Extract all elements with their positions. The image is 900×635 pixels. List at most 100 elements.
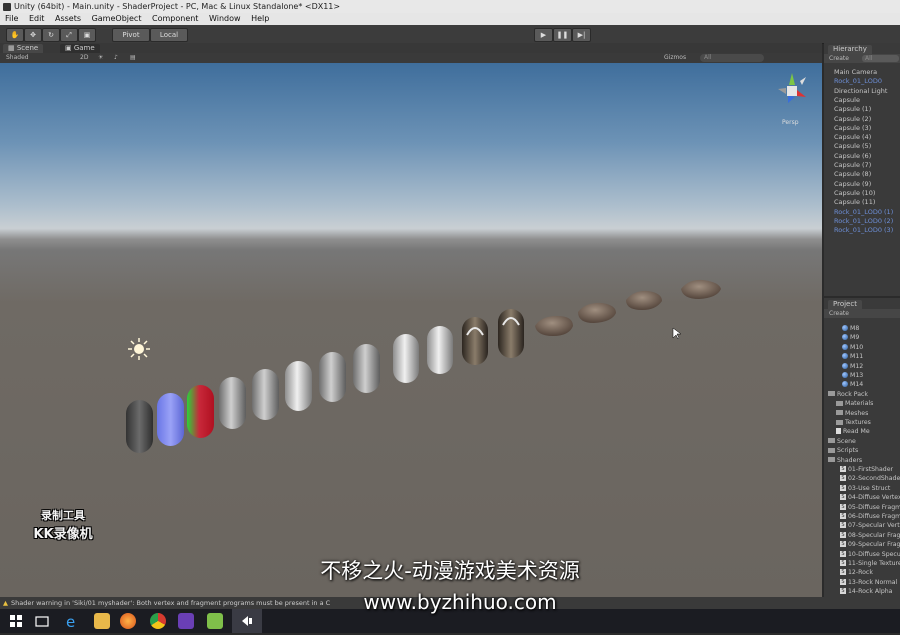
hierarchy-item[interactable]: Capsule (9): [834, 180, 871, 188]
shader-item[interactable]: S 01-FirstShader: [840, 466, 893, 473]
menu-file[interactable]: File: [5, 14, 18, 23]
visual-studio-icon[interactable]: [178, 613, 194, 629]
shader-item[interactable]: S07-Specular Vertex: [840, 522, 900, 529]
rock-pack-child[interactable]: Read Me: [836, 428, 870, 435]
menu-component[interactable]: Component: [152, 14, 198, 23]
rock-pack-child[interactable]: Textures: [836, 419, 871, 426]
directional-light-icon[interactable]: [128, 338, 150, 360]
capsule[interactable]: [126, 400, 153, 453]
shader-item[interactable]: S 13-Rock Normal: [840, 578, 897, 586]
move-tool-button[interactable]: ✥: [24, 28, 42, 42]
lighting-toggle-icon[interactable]: ☀: [98, 53, 103, 63]
capsule-7[interactable]: [353, 344, 380, 393]
material-item[interactable]: M13: [842, 372, 863, 379]
shader-item[interactable]: S09-Specular Fragment: [840, 541, 900, 548]
tab-hierarchy[interactable]: Hierarchy: [828, 45, 872, 54]
capsule-3[interactable]: [219, 377, 246, 429]
hierarchy-item[interactable]: Rock_01_LOD0 (3): [834, 226, 893, 234]
chrome-icon[interactable]: [150, 613, 166, 629]
hierarchy-item[interactable]: Capsule (5): [834, 142, 871, 150]
material-item[interactable]: M9: [842, 334, 859, 341]
shader-item[interactable]: S 03-Use Struct: [840, 484, 890, 492]
hierarchy-item[interactable]: Capsule (11): [834, 198, 875, 206]
scene-search-input[interactable]: All: [700, 54, 764, 62]
rock-2[interactable]: [578, 302, 616, 323]
step-button[interactable]: ▶|: [572, 28, 591, 42]
rect-tool-button[interactable]: ▣: [78, 28, 96, 42]
firefox-icon[interactable]: [120, 613, 136, 629]
pause-button[interactable]: ❚❚: [553, 28, 572, 42]
hierarchy-item[interactable]: Capsule (1): [834, 105, 871, 113]
shader-item[interactable]: S06-Diffuse Fragment: [840, 513, 900, 520]
shader-item[interactable]: S 14-Rock Alpha: [840, 588, 892, 595]
effects-toggle-icon[interactable]: ▤: [130, 53, 136, 63]
task-view-icon[interactable]: [34, 613, 50, 629]
notepad-icon[interactable]: [207, 613, 223, 629]
audio-toggle-icon[interactable]: ♪: [114, 53, 118, 63]
scene-viewport[interactable]: Persp: [0, 63, 822, 597]
persp-label[interactable]: Persp: [782, 119, 799, 126]
play-button[interactable]: ▶: [534, 28, 553, 42]
start-icon[interactable]: [8, 613, 24, 629]
capsule-6[interactable]: [319, 352, 346, 402]
capsule-5[interactable]: [285, 361, 312, 411]
capsule-10[interactable]: [462, 317, 488, 365]
gizmos-dropdown[interactable]: Gizmos: [664, 53, 686, 63]
folder-rock-pack[interactable]: Rock Pack: [828, 391, 868, 398]
2d-toggle[interactable]: 2D: [80, 53, 88, 63]
hierarchy-item[interactable]: Capsule (2): [834, 115, 871, 123]
material-item[interactable]: M8: [842, 325, 859, 332]
tab-scene[interactable]: ▦ Scene: [3, 44, 44, 53]
unity-taskbar-icon[interactable]: [232, 609, 262, 633]
tab-project[interactable]: Project: [828, 300, 862, 309]
material-item[interactable]: M11: [842, 353, 863, 360]
hierarchy-item[interactable]: Rock_01_LOD0: [834, 77, 882, 85]
capsule-2[interactable]: [187, 385, 214, 438]
shader-item[interactable]: S 04-Diffuse Vertex: [840, 494, 900, 501]
hierarchy-item[interactable]: Capsule (3): [834, 124, 871, 132]
shader-item[interactable]: S05-Diffuse Fragment: [840, 503, 900, 511]
capsule-4[interactable]: [252, 369, 279, 420]
capsule-11[interactable]: [498, 309, 524, 358]
shader-item[interactable]: S 02-SecondShader: [840, 475, 900, 482]
menu-assets[interactable]: Assets: [55, 14, 81, 23]
scale-tool-button[interactable]: ⤢: [60, 28, 78, 42]
hierarchy-item[interactable]: Directional Light: [834, 87, 887, 95]
hierarchy-search-input[interactable]: All: [862, 55, 899, 62]
shader-item[interactable]: S10-Diffuse Specular: [840, 550, 900, 558]
material-item[interactable]: M12: [842, 362, 863, 370]
menu-edit[interactable]: Edit: [29, 14, 45, 23]
shading-mode-dropdown[interactable]: Shaded: [6, 53, 29, 63]
shader-item[interactable]: S 12-Rock: [840, 569, 873, 576]
hierarchy-item[interactable]: Capsule (4): [834, 133, 871, 141]
rock-3[interactable]: [626, 290, 662, 310]
capsule-1[interactable]: [157, 393, 184, 446]
material-item[interactable]: M14: [842, 381, 863, 388]
menu-help[interactable]: Help: [251, 14, 269, 23]
capsule-8[interactable]: [393, 334, 419, 383]
folder-item[interactable]: Scene: [828, 438, 856, 445]
hierarchy-item[interactable]: Capsule (10): [834, 189, 875, 197]
hierarchy-item[interactable]: Capsule (6): [834, 152, 871, 160]
rock-4[interactable]: [681, 279, 721, 299]
menu-gameobject[interactable]: GameObject: [92, 14, 142, 23]
folder-item[interactable]: Scripts: [828, 447, 858, 454]
rotate-tool-button[interactable]: ↻: [42, 28, 60, 42]
capsule-9[interactable]: [427, 326, 453, 374]
project-create-button[interactable]: Create: [829, 310, 849, 317]
tab-game[interactable]: ▣ Game: [60, 44, 100, 53]
material-item[interactable]: M10: [842, 343, 863, 351]
pivot-toggle[interactable]: Pivot: [112, 28, 150, 42]
scene-orientation-gizmo[interactable]: [778, 73, 806, 103]
menu-window[interactable]: Window: [209, 14, 241, 23]
hierarchy-create-button[interactable]: Create: [829, 55, 849, 62]
file-explorer-icon[interactable]: [94, 613, 110, 629]
hierarchy-item[interactable]: Capsule: [834, 96, 860, 104]
hand-tool-button[interactable]: ✋: [6, 28, 24, 42]
hierarchy-item[interactable]: Main Camera: [834, 68, 877, 76]
hierarchy-item[interactable]: Capsule (8): [834, 170, 871, 178]
shader-item[interactable]: S08-Specular Fragment: [840, 531, 900, 539]
rock-1[interactable]: [535, 316, 573, 336]
rock-pack-child[interactable]: Materials: [836, 400, 873, 407]
rock-pack-child[interactable]: Meshes: [836, 410, 868, 417]
